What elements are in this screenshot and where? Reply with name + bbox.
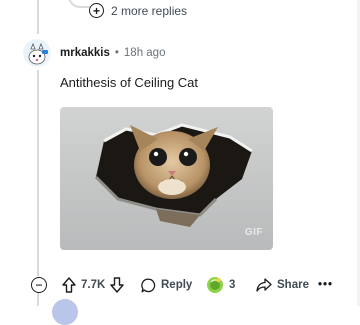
- comment-meta: mrkakkis • 18h ago: [60, 47, 165, 59]
- username[interactable]: mrkakkis: [60, 47, 110, 59]
- more-options-icon: •••: [318, 279, 334, 291]
- award-button[interactable]: 3: [206, 274, 235, 296]
- gif-badge: GIF: [244, 227, 263, 238]
- arrow-down-icon[interactable]: [110, 277, 124, 293]
- share-arrow-icon: [256, 278, 272, 292]
- chat-bubble-icon: [141, 278, 156, 292]
- more-replies-button[interactable]: + 2 more replies: [89, 3, 187, 18]
- vote-count: 7.7K: [81, 279, 106, 291]
- next-comment-avatar[interactable]: [52, 299, 78, 325]
- award-icon: [207, 277, 223, 293]
- collapse-button[interactable]: −: [31, 277, 47, 293]
- more-options-button[interactable]: •••: [318, 274, 333, 296]
- vote-group: 7.7K: [62, 274, 124, 296]
- more-replies-label: 2 more replies: [111, 3, 188, 18]
- thread-line[interactable]: [37, 70, 39, 276]
- timestamp[interactable]: 18h ago: [124, 47, 166, 59]
- share-button[interactable]: Share: [256, 274, 309, 296]
- reply-button[interactable]: Reply: [141, 274, 192, 296]
- thread-elbow: [68, 0, 90, 8]
- plus-circle-icon: +: [89, 3, 104, 18]
- collapse-icon: −: [35, 278, 43, 292]
- share-label: Share: [277, 279, 309, 291]
- meta-separator: •: [114, 47, 119, 59]
- thread-line[interactable]: [37, 0, 39, 34]
- gif-image[interactable]: GIF: [60, 107, 273, 250]
- comment-action-bar: − 7.7K Reply 3 Share •••: [0, 274, 360, 296]
- award-count: 3: [229, 279, 236, 291]
- comment-body: Antithesis of Ceiling Cat: [60, 75, 199, 90]
- arrow-up-icon[interactable]: [62, 277, 76, 293]
- reply-label: Reply: [161, 279, 193, 291]
- avatar[interactable]: [23, 39, 51, 67]
